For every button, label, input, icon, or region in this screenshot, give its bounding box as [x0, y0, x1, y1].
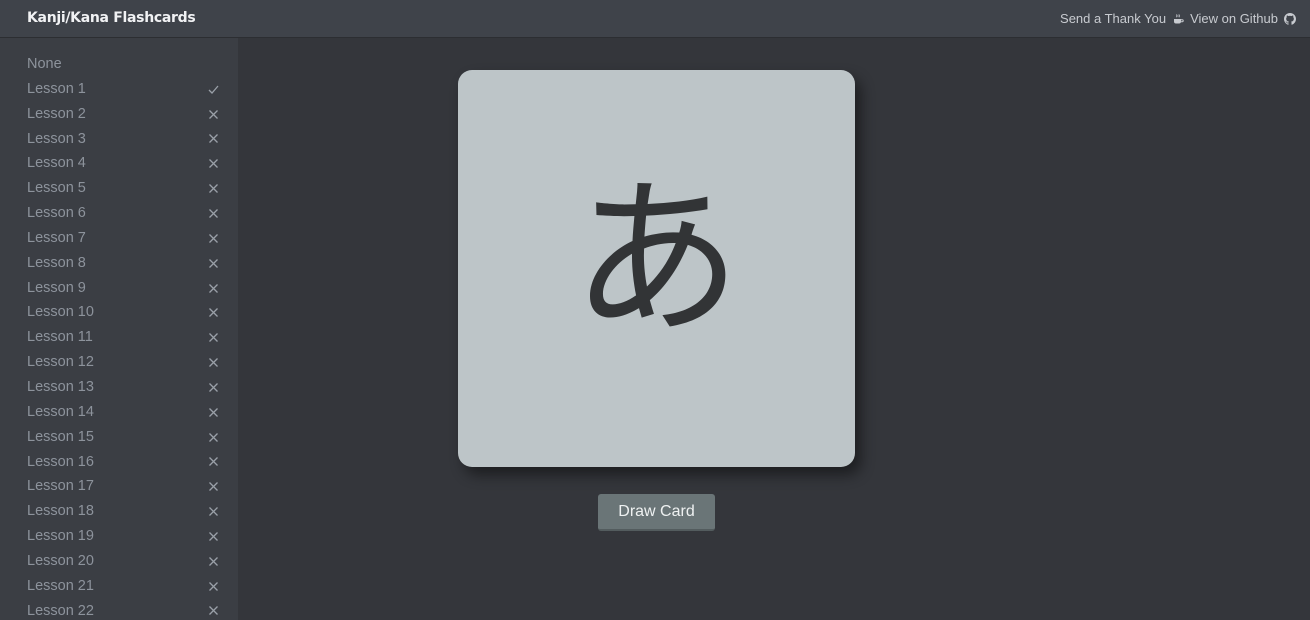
sidebar-item-lesson-22[interactable]: Lesson 22: [0, 599, 238, 620]
sidebar-item-label: Lesson 12: [27, 354, 94, 371]
sidebar-item-label: Lesson 6: [27, 205, 86, 222]
sidebar-item-lesson-1[interactable]: Lesson 1: [0, 77, 238, 102]
sidebar-item-label: Lesson 16: [27, 453, 94, 470]
sidebar-item-lesson-8[interactable]: Lesson 8: [0, 251, 238, 276]
close-icon: [207, 276, 219, 301]
header-links: Send a Thank You View on Github: [1060, 11, 1302, 26]
close-icon: [207, 524, 219, 549]
close-icon: [207, 226, 219, 251]
close-icon: [207, 251, 219, 276]
close-icon: [207, 599, 219, 620]
flashcard-glyph: あ: [571, 160, 742, 359]
sidebar-item-label: Lesson 13: [27, 378, 94, 395]
sidebar-item-lesson-7[interactable]: Lesson 7: [0, 226, 238, 251]
sidebar-item-label: Lesson 22: [27, 602, 94, 619]
sidebar-item-lesson-12[interactable]: Lesson 12: [0, 350, 238, 375]
sidebar-item-lesson-6[interactable]: Lesson 6: [0, 201, 238, 226]
top-bar: Kanji/Kana Flashcards Send a Thank You V…: [0, 0, 1310, 38]
lesson-sidebar: None Lesson 1 Lesson 2 Lesson 3 Lesson 4 Less…: [0, 38, 238, 620]
sidebar-item-label: Lesson 14: [27, 403, 94, 420]
lesson-list: None Lesson 1 Lesson 2 Lesson 3 Lesson 4 Less…: [0, 38, 238, 620]
close-icon: [207, 400, 219, 425]
close-icon: [207, 151, 219, 176]
sidebar-item-label: Lesson 15: [27, 428, 94, 445]
sidebar-item-lesson-10[interactable]: Lesson 10: [0, 300, 238, 325]
sidebar-item-label: Lesson 19: [27, 528, 94, 545]
sidebar-item-none[interactable]: None: [0, 52, 238, 77]
sidebar-item-label: Lesson 7: [27, 229, 86, 246]
sidebar-item-label: Lesson 4: [27, 155, 86, 172]
coffee-icon: [1172, 13, 1184, 25]
sidebar-item-label: Lesson 8: [27, 254, 86, 271]
close-icon: [207, 425, 219, 450]
close-icon: [207, 300, 219, 325]
sidebar-item-lesson-16[interactable]: Lesson 16: [0, 450, 238, 475]
draw-card-button[interactable]: Draw Card: [598, 494, 715, 531]
sidebar-item-lesson-11[interactable]: Lesson 11: [0, 325, 238, 350]
sidebar-item-lesson-3[interactable]: Lesson 3: [0, 127, 238, 152]
sidebar-item-lesson-14[interactable]: Lesson 14: [0, 400, 238, 425]
close-icon: [207, 375, 219, 400]
sidebar-item-label: Lesson 11: [27, 329, 93, 346]
sidebar-item-lesson-20[interactable]: Lesson 20: [0, 549, 238, 574]
sidebar-item-label: None: [27, 56, 62, 72]
sidebar-item-lesson-19[interactable]: Lesson 19: [0, 524, 238, 549]
sidebar-item-lesson-15[interactable]: Lesson 15: [0, 425, 238, 450]
sidebar-item-lesson-18[interactable]: Lesson 18: [0, 499, 238, 524]
sidebar-item-label: Lesson 21: [27, 577, 94, 594]
main-area: あ Draw Card: [238, 38, 1310, 620]
sidebar-item-label: Lesson 20: [27, 552, 94, 569]
sidebar-item-label: Lesson 17: [27, 478, 94, 495]
close-icon: [207, 102, 219, 127]
sidebar-item-label: Lesson 9: [27, 279, 86, 296]
close-icon: [207, 325, 219, 350]
sidebar-item-label: Lesson 1: [27, 80, 86, 97]
sidebar-item-label: Lesson 18: [27, 503, 94, 520]
sidebar-item-label: Lesson 10: [27, 304, 94, 321]
send-thank-you-link[interactable]: Send a Thank You: [1060, 11, 1190, 26]
close-icon: [207, 127, 219, 152]
close-icon: [207, 549, 219, 574]
github-icon: [1284, 12, 1296, 25]
sidebar-item-lesson-21[interactable]: Lesson 21: [0, 574, 238, 599]
check-icon: [207, 77, 219, 102]
close-icon: [207, 574, 219, 599]
sidebar-item-lesson-4[interactable]: Lesson 4: [0, 151, 238, 176]
view-on-github-link[interactable]: View on Github: [1190, 11, 1302, 26]
close-icon: [207, 450, 219, 475]
close-icon: [207, 474, 219, 499]
app-title: Kanji/Kana Flashcards: [27, 10, 196, 26]
close-icon: [207, 176, 219, 201]
sidebar-item-label: Lesson 5: [27, 180, 86, 197]
close-icon: [207, 350, 219, 375]
sidebar-item-lesson-9[interactable]: Lesson 9: [0, 276, 238, 301]
view-on-github-label: View on Github: [1190, 11, 1278, 26]
flashcard[interactable]: あ: [458, 70, 855, 467]
close-icon: [207, 201, 219, 226]
sidebar-item-label: Lesson 2: [27, 105, 86, 122]
sidebar-item-lesson-5[interactable]: Lesson 5: [0, 176, 238, 201]
sidebar-item-lesson-2[interactable]: Lesson 2: [0, 102, 238, 127]
sidebar-item-label: Lesson 3: [27, 130, 86, 147]
send-thank-you-label: Send a Thank You: [1060, 11, 1167, 26]
sidebar-item-lesson-13[interactable]: Lesson 13: [0, 375, 238, 400]
sidebar-item-lesson-17[interactable]: Lesson 17: [0, 474, 238, 499]
close-icon: [207, 499, 219, 524]
